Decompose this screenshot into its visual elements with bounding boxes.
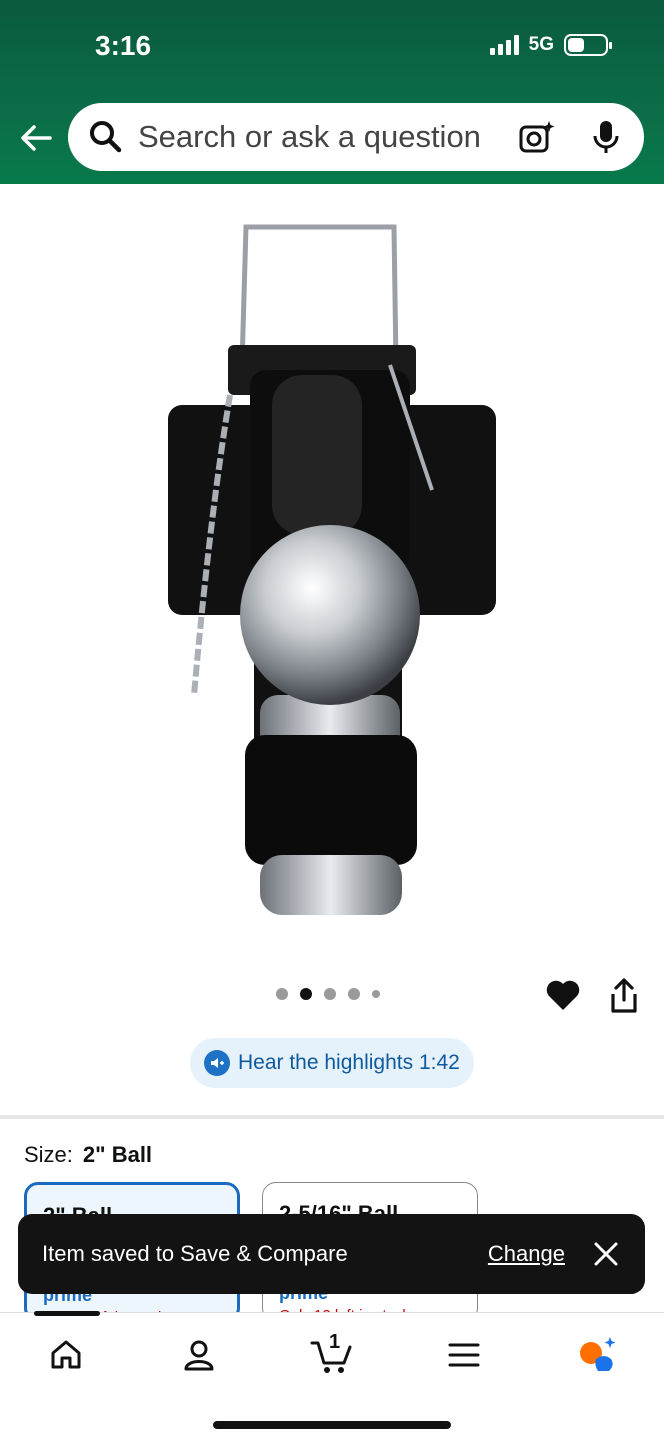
toast-change-link[interactable]: Change: [488, 1241, 565, 1267]
carousel-dot[interactable]: [372, 990, 380, 998]
rufus-assistant-icon: [580, 1337, 616, 1371]
hear-highlights-button[interactable]: Hear the highlights 1:42: [190, 1038, 474, 1088]
tab-cart[interactable]: 1: [302, 1331, 362, 1377]
heart-icon[interactable]: [544, 976, 582, 1014]
user-icon: [184, 1340, 214, 1371]
microphone-icon[interactable]: [586, 117, 626, 157]
product-image[interactable]: [150, 215, 520, 935]
tab-home[interactable]: [36, 1333, 96, 1377]
home-icon: [51, 1340, 81, 1369]
battery-icon: [564, 34, 612, 56]
status-icons: 5G: [489, 34, 612, 56]
share-icon[interactable]: [606, 976, 642, 1016]
hear-highlights-label: Hear the highlights 1:42: [238, 1051, 460, 1074]
carousel-dot[interactable]: [348, 988, 360, 1000]
menu-icon: [448, 1343, 480, 1367]
size-selector-label: Size: 2" Ball: [24, 1142, 153, 1167]
active-tab-indicator: [34, 1311, 100, 1316]
signal-icon: [489, 35, 519, 55]
carousel-dot[interactable]: [324, 988, 336, 1000]
camera-search-icon[interactable]: [516, 117, 556, 157]
close-icon[interactable]: [591, 1239, 621, 1269]
tab-rufus[interactable]: [566, 1333, 626, 1377]
bottom-tab-bar: 1: [0, 1311, 664, 1440]
selected-size: 2" Ball: [82, 1142, 153, 1167]
tab-account[interactable]: [169, 1333, 229, 1377]
section-divider: [0, 1115, 664, 1119]
tab-menu[interactable]: [434, 1333, 494, 1377]
image-carousel-dots[interactable]: [276, 988, 380, 1000]
search-icon: [90, 121, 122, 153]
carousel-dot[interactable]: [276, 988, 288, 1000]
status-time: 3:16: [95, 30, 152, 61]
cart-count: 1: [329, 1331, 341, 1353]
app-header: 3:16 5G Search or ask a question: [0, 0, 664, 184]
speaker-icon: [204, 1050, 230, 1076]
search-bar[interactable]: Search or ask a question: [68, 103, 644, 171]
carousel-dot-active[interactable]: [300, 988, 312, 1000]
home-indicator: [213, 1421, 451, 1429]
toast-message: Item saved to Save & Compare: [42, 1241, 348, 1266]
saved-toast: Item saved to Save & Compare Change: [18, 1214, 645, 1294]
back-arrow-icon[interactable]: [16, 118, 56, 158]
network-label: 5G: [528, 34, 554, 55]
search-input[interactable]: Search or ask a question: [138, 119, 516, 155]
